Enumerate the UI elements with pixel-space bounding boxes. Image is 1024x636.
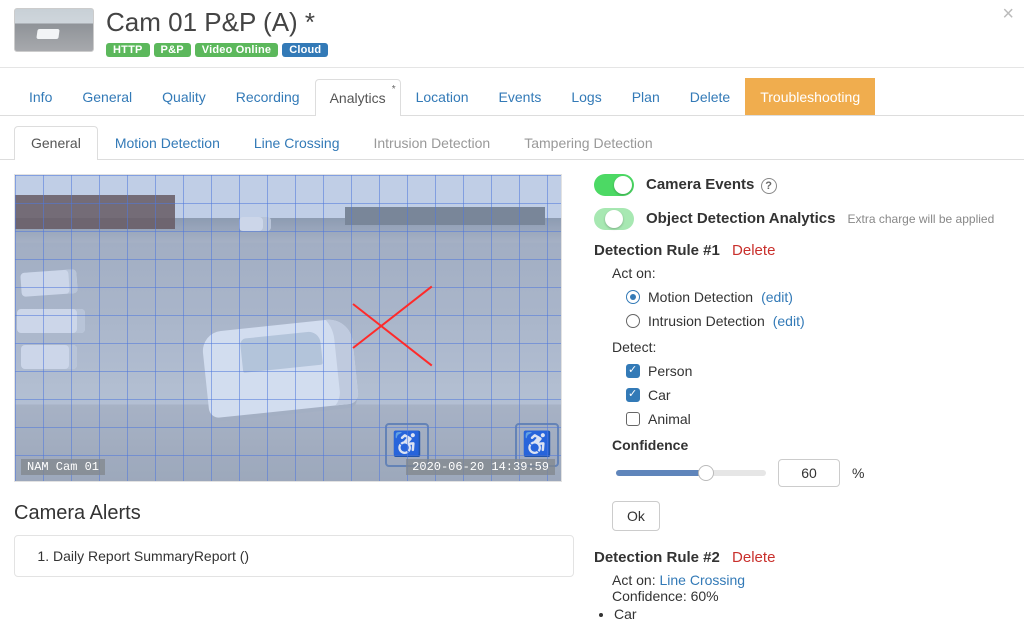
tab-general[interactable]: General: [67, 78, 147, 115]
act-on-intrusion-radio[interactable]: [626, 314, 640, 328]
camera-thumbnail: [14, 8, 94, 52]
subtab-intrusion[interactable]: Intrusion Detection: [356, 126, 507, 159]
badge-cloud: Cloud: [282, 43, 328, 57]
rule1-delete-link[interactable]: Delete: [732, 242, 775, 259]
badge-http: HTTP: [106, 43, 150, 57]
subtab-tampering[interactable]: Tampering Detection: [507, 126, 669, 159]
detect-person-label: Person: [648, 363, 692, 379]
detect-label: Detect:: [612, 339, 1010, 355]
act-on-label: Act on:: [612, 265, 1010, 281]
detect-animal-label: Animal: [648, 411, 691, 427]
tab-events[interactable]: Events: [484, 78, 557, 115]
confidence-label: Confidence: [612, 437, 1010, 453]
tab-logs[interactable]: Logs: [556, 78, 616, 115]
object-detection-toggle[interactable]: [594, 208, 634, 230]
camera-events-toggle[interactable]: [594, 174, 634, 196]
rule2-title: Detection Rule #2 Delete: [594, 549, 1010, 566]
camera-alerts-list: Daily Report SummaryReport (): [14, 535, 574, 577]
tab-info[interactable]: Info: [14, 78, 67, 115]
badges: HTTP P&P Video Online Cloud: [106, 43, 328, 57]
rule1-title: Detection Rule #1 Delete: [594, 242, 1010, 259]
tab-recording[interactable]: Recording: [221, 78, 315, 115]
tab-location[interactable]: Location: [401, 78, 484, 115]
confidence-input[interactable]: 60: [778, 459, 840, 487]
act-on-intrusion-edit[interactable]: (edit): [773, 313, 805, 329]
subtab-line[interactable]: Line Crossing: [237, 126, 357, 159]
rule2-act-on-link[interactable]: Line Crossing: [659, 572, 745, 588]
camera-alerts-heading: Camera Alerts: [14, 502, 574, 525]
detect-car-checkbox[interactable]: [626, 388, 640, 402]
help-icon[interactable]: ?: [761, 178, 777, 194]
rule2-detect-item: Car: [614, 606, 1010, 622]
tab-analytics[interactable]: Analytics *: [315, 79, 401, 116]
primary-tabs: Info General Quality Recording Analytics…: [0, 68, 1024, 116]
feed-timestamp: 2020-06-20 14:39:59: [406, 459, 555, 475]
detect-car-label: Car: [648, 387, 671, 403]
subtab-general[interactable]: General: [14, 126, 98, 160]
detection-grid-overlay: [15, 175, 561, 481]
object-detection-label: Object Detection Analytics: [646, 210, 836, 227]
alert-item[interactable]: Daily Report SummaryReport (): [53, 548, 553, 564]
rule2-act-on-label: Act on:: [612, 572, 659, 588]
detect-person-checkbox[interactable]: [626, 364, 640, 378]
page-title: Cam 01 P&P (A) *: [106, 8, 328, 37]
tab-delete[interactable]: Delete: [675, 78, 745, 115]
tab-plan[interactable]: Plan: [617, 78, 675, 115]
detect-animal-checkbox[interactable]: [626, 412, 640, 426]
act-on-motion-edit[interactable]: (edit): [761, 289, 793, 305]
ok-button[interactable]: Ok: [612, 501, 660, 531]
camera-feed[interactable]: ♿ ♿ NAM Cam 01 2020-06-20 14:39:59: [14, 174, 562, 482]
act-on-motion-radio[interactable]: [626, 290, 640, 304]
badge-video-online: Video Online: [195, 43, 278, 57]
tab-quality[interactable]: Quality: [147, 78, 221, 115]
confidence-slider[interactable]: [616, 470, 766, 476]
act-on-motion-label: Motion Detection: [648, 289, 753, 305]
badge-pnp: P&P: [154, 43, 191, 57]
object-detection-note: Extra charge will be applied: [848, 212, 995, 226]
camera-events-label: Camera Events ?: [646, 176, 777, 194]
analytics-subtabs: General Motion Detection Line Crossing I…: [0, 116, 1024, 160]
tab-troubleshooting[interactable]: Troubleshooting: [745, 78, 875, 115]
close-icon[interactable]: ×: [1002, 4, 1014, 24]
act-on-intrusion-label: Intrusion Detection: [648, 313, 765, 329]
tab-analytics-label: Analytics: [330, 90, 386, 106]
confidence-unit: %: [852, 465, 864, 481]
tab-analytics-mark: *: [392, 84, 396, 95]
subtab-motion[interactable]: Motion Detection: [98, 126, 237, 159]
rule2-delete-link[interactable]: Delete: [732, 549, 775, 566]
feed-camera-name: NAM Cam 01: [21, 459, 105, 475]
rule2-confidence: Confidence: 60%: [594, 588, 1010, 604]
